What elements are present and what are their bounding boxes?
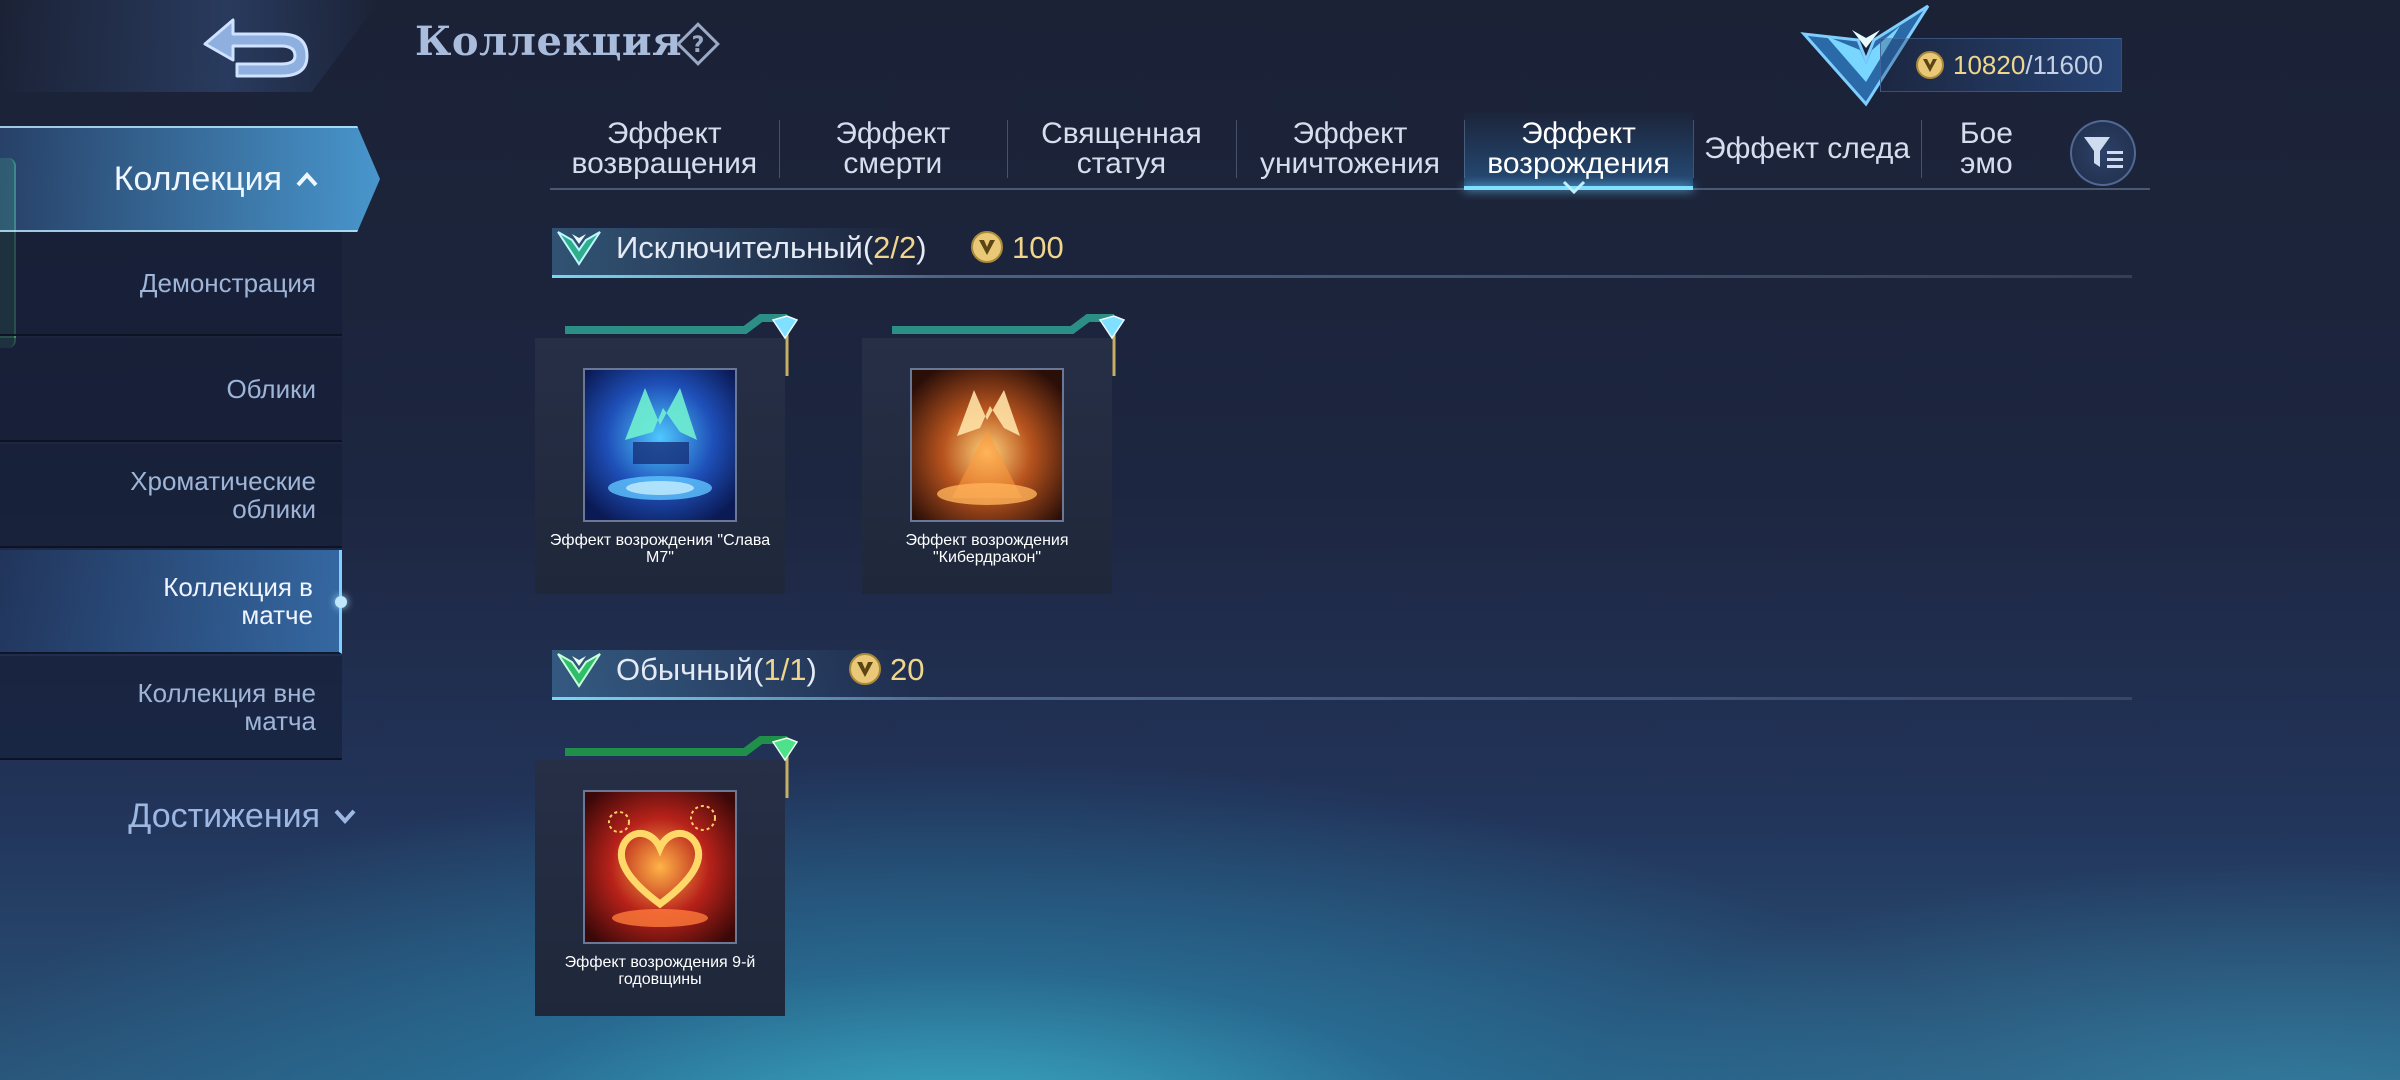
sidebar-item-label: Коллекция вне матча	[137, 678, 316, 736]
item-name: Эффект возрождения 9-й годовщины	[564, 954, 756, 988]
sidebar-item-chromatic-skins[interactable]: Хроматические облики	[0, 444, 342, 548]
chevron-up-icon	[296, 172, 318, 187]
section-points: 20	[890, 652, 925, 687]
points-current: 10820	[1953, 49, 2026, 80]
card-rarity-frame	[565, 314, 799, 376]
page-title: Коллекция	[415, 18, 683, 65]
tab-death-effect[interactable]: Эффект смерти	[778, 110, 1008, 188]
section-header-common: Обычный(1/1) 20	[552, 644, 2132, 700]
back-button[interactable]	[190, 12, 320, 82]
sidebar-achievements-label: Достижения	[128, 796, 320, 835]
question-diamond-icon[interactable]: ?	[672, 18, 724, 70]
collection-card[interactable]: Эффект возрождения "Слава М7"	[535, 314, 799, 594]
collection-points: 10820/11600	[1880, 38, 2122, 92]
item-name: Эффект возрождения "Слава М7"	[549, 532, 771, 566]
sidebar-item-label: Облики	[226, 374, 316, 404]
tab-elimination-effect[interactable]: Эффект уничтожения	[1235, 110, 1465, 188]
sidebar-item-out-of-match-collection[interactable]: Коллекция вне матча	[0, 656, 342, 760]
sidebar-item-collection[interactable]: Коллекция	[0, 126, 380, 232]
sidebar-collection-label: Коллекция	[113, 159, 282, 198]
filter-button[interactable]	[2070, 120, 2136, 186]
points-max: 11600	[2032, 49, 2103, 80]
section-header-exclusive: Исключительный(2/2) 100	[552, 222, 2132, 278]
collection-card[interactable]: Эффект возрождения 9-й годовщины	[535, 736, 799, 1016]
sidebar-item-label: Коллекция в матче	[163, 572, 313, 630]
chevron-down-icon	[334, 809, 356, 824]
sidebar-item-demonstration[interactable]: Демонстрация	[0, 232, 342, 336]
tab-trail-effect[interactable]: Эффект следа	[1692, 110, 1922, 188]
tab-bar: Эффект возвращения Эффект смерти Священн…	[550, 110, 2150, 190]
collection-point-coin-icon	[849, 653, 881, 685]
collection-card[interactable]: Эффект возрождения "Кибердракон"	[862, 314, 1126, 594]
item-thumbnail	[583, 790, 737, 944]
tab-return-effect[interactable]: Эффект возвращения	[550, 110, 779, 188]
active-tab-pointer	[1562, 180, 1586, 194]
card-rarity-frame	[892, 314, 1126, 376]
section-points: 100	[1012, 230, 1064, 265]
card-rarity-frame	[565, 736, 799, 798]
sidebar-item-label: Демонстрация	[139, 268, 316, 298]
item-thumbnail	[910, 368, 1064, 522]
sidebar-item-in-match-collection[interactable]: Коллекция в матче	[0, 550, 347, 654]
section-title: Исключительный(2/2)	[616, 230, 927, 265]
common-rank-icon	[557, 653, 601, 688]
item-name: Эффект возрождения "Кибердракон"	[905, 532, 1069, 566]
back-arrow-icon	[203, 18, 309, 78]
section-title: Обычный(1/1)	[616, 652, 817, 687]
sidebar-item-skins[interactable]: Облики	[0, 338, 342, 442]
svg-text:?: ?	[692, 33, 705, 58]
tab-respawn-effect[interactable]: Эффект возрождения	[1464, 110, 1693, 190]
sidebar-item-label: Хроматические облики	[130, 466, 316, 524]
filter-icon	[2084, 137, 2123, 168]
collection-point-coin-icon	[971, 231, 1003, 263]
item-thumbnail	[583, 368, 737, 522]
points-separator: /	[2025, 49, 2033, 80]
collection-point-coin-icon	[1916, 51, 1944, 79]
tab-sacred-statue[interactable]: Священная статуя	[1007, 110, 1236, 188]
sidebar-item-achievements[interactable]: Достижения	[0, 780, 360, 852]
exclusive-rank-icon	[557, 231, 601, 266]
